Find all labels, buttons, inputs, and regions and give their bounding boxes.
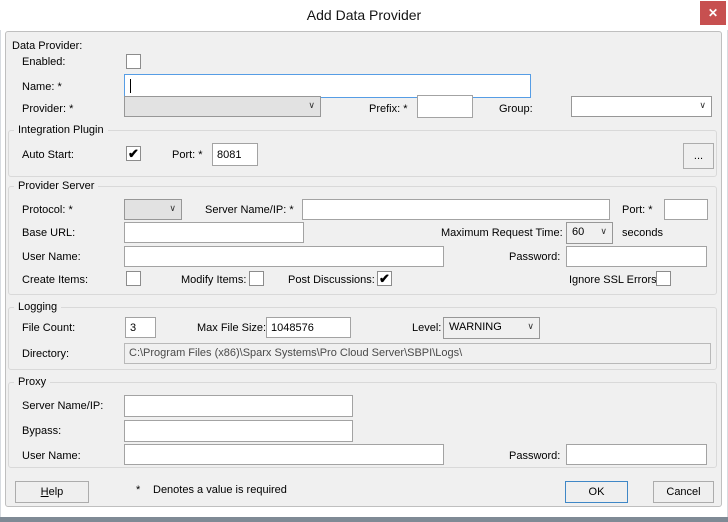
cancel-button[interactable]: Cancel — [653, 481, 714, 503]
browse-button[interactable]: ... — [683, 143, 714, 169]
level-dropdown-value: WARNING — [449, 321, 502, 333]
add-data-provider-dialog: Add Data Provider ✕ Data Provider: Enabl… — [0, 0, 728, 522]
directory-field: C:\Program Files (x86)\Sparx Systems\Pro… — [124, 343, 711, 364]
text-caret — [130, 79, 131, 93]
prefix-input[interactable] — [417, 95, 473, 118]
name-label: Name: * — [22, 81, 62, 94]
proxy-user-name-input[interactable] — [124, 444, 444, 465]
base-url-label: Base URL: — [22, 227, 75, 240]
max-request-time-value: 60 — [572, 226, 584, 238]
ok-button[interactable]: OK — [565, 481, 628, 503]
protocol-dropdown[interactable]: ∨ — [124, 199, 182, 220]
server-user-name-label: User Name: — [22, 251, 81, 264]
bypass-input[interactable] — [124, 420, 353, 442]
post-discussions-label: Post Discussions: — [288, 274, 375, 287]
max-request-time-label: Maximum Request Time: — [441, 227, 563, 240]
provider-server-title: Provider Server — [14, 180, 98, 193]
logging-title: Logging — [14, 301, 61, 314]
server-name-label: Server Name/IP: * — [205, 204, 294, 217]
chevron-down-icon: ∨ — [169, 203, 176, 214]
create-items-label: Create Items: — [22, 274, 88, 287]
help-button-initial: H — [41, 486, 49, 498]
proxy-title: Proxy — [14, 376, 50, 389]
close-icon: ✕ — [708, 6, 718, 20]
titlebar: Add Data Provider ✕ — [0, 0, 728, 30]
auto-start-label: Auto Start: — [22, 149, 74, 162]
data-provider-section-label: Data Provider: — [12, 40, 82, 53]
server-user-name-input[interactable] — [124, 246, 444, 267]
proxy-server-input[interactable] — [124, 395, 353, 417]
integration-plugin-groupbox — [8, 130, 717, 177]
close-button[interactable]: ✕ — [700, 1, 726, 25]
chevron-down-icon: ∨ — [699, 100, 706, 111]
ellipsis-icon: ... — [694, 150, 703, 162]
seconds-label: seconds — [622, 227, 663, 240]
server-port-input[interactable] — [664, 199, 708, 220]
chevron-down-icon: ∨ — [308, 100, 315, 111]
required-star: * — [136, 484, 140, 497]
provider-dropdown[interactable]: ∨ — [124, 96, 321, 117]
file-count-input[interactable] — [125, 317, 156, 338]
level-label: Level: — [412, 322, 441, 335]
create-items-checkbox[interactable] — [126, 271, 141, 286]
chevron-down-icon: ∨ — [600, 226, 607, 237]
server-port-label: Port: * — [622, 204, 653, 217]
plugin-port-input[interactable] — [212, 143, 258, 166]
enabled-checkbox[interactable] — [126, 54, 141, 69]
auto-start-checkbox[interactable]: ✔ — [126, 146, 141, 161]
modify-items-label: Modify Items: — [181, 274, 246, 287]
help-button-rest: elp — [49, 486, 64, 498]
window-bottom-edge — [0, 517, 728, 522]
ignore-ssl-errors-label: Ignore SSL Errors: — [569, 274, 660, 287]
required-note: Denotes a value is required — [153, 484, 287, 497]
server-password-input[interactable] — [566, 246, 707, 267]
enabled-label: Enabled: — [22, 56, 65, 69]
proxy-password-input[interactable] — [566, 444, 707, 465]
group-dropdown[interactable]: ∨ — [571, 96, 712, 117]
prefix-label: Prefix: * — [369, 103, 408, 116]
plugin-port-label: Port: * — [172, 149, 203, 162]
post-discussions-checkbox[interactable]: ✔ — [377, 271, 392, 286]
max-request-time-dropdown[interactable]: 60 ∨ — [566, 222, 613, 244]
level-dropdown[interactable]: WARNING ∨ — [443, 317, 540, 339]
max-file-size-label: Max File Size: — [197, 322, 266, 335]
protocol-label: Protocol: * — [22, 204, 73, 217]
proxy-user-name-label: User Name: — [22, 450, 81, 463]
server-password-label: Password: — [509, 251, 560, 264]
proxy-server-label: Server Name/IP: — [22, 400, 103, 413]
help-button[interactable]: Help — [15, 481, 89, 503]
dialog-title: Add Data Provider — [0, 7, 728, 23]
proxy-password-label: Password: — [509, 450, 560, 463]
directory-label: Directory: — [22, 348, 69, 361]
integration-plugin-title: Integration Plugin — [14, 124, 108, 137]
ignore-ssl-errors-checkbox[interactable] — [656, 271, 671, 286]
chevron-down-icon: ∨ — [527, 321, 534, 332]
group-label: Group: — [499, 103, 533, 116]
base-url-input[interactable] — [124, 222, 304, 243]
modify-items-checkbox[interactable] — [249, 271, 264, 286]
bypass-label: Bypass: — [22, 425, 61, 438]
file-count-label: File Count: — [22, 322, 75, 335]
provider-label: Provider: * — [22, 103, 73, 116]
server-name-input[interactable] — [302, 199, 610, 220]
max-file-size-input[interactable] — [266, 317, 351, 338]
